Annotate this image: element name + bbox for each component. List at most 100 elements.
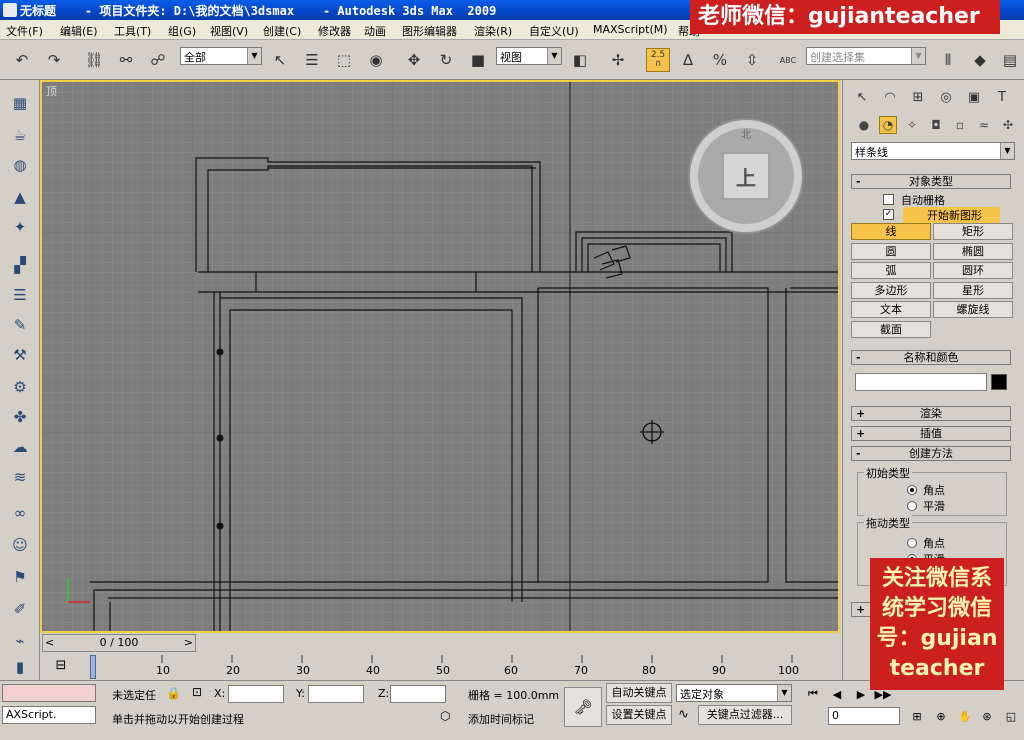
orbit-icon[interactable]: ⊛ xyxy=(978,707,996,725)
window-crossing-icon[interactable]: ◉ xyxy=(364,48,388,72)
fan-icon[interactable]: ✤ xyxy=(7,404,33,430)
cloud-icon[interactable]: ☁ xyxy=(7,434,33,460)
menu-rendering[interactable]: 渲染(R) xyxy=(474,23,512,39)
autogrid-checkbox[interactable] xyxy=(883,194,894,205)
add-time-tag[interactable]: 添加时间标记 xyxy=(468,711,534,727)
x-coordinate-field[interactable] xyxy=(228,685,284,703)
arc-button[interactable]: 弧 xyxy=(851,262,931,279)
boxes-icon[interactable]: ▦ xyxy=(7,90,33,116)
link-icon[interactable]: ⌁ xyxy=(7,628,33,654)
viewcube-top-face[interactable]: 上 xyxy=(722,152,770,200)
name-color-rollout[interactable]: - 名称和颜色 xyxy=(851,350,1011,365)
undo-icon[interactable]: ↶ xyxy=(10,48,34,72)
auto-key-button[interactable]: 自动关键点 xyxy=(606,683,672,703)
align-icon[interactable]: ◆ xyxy=(968,48,992,72)
bind-spacewarp-icon[interactable]: ☍ xyxy=(146,48,170,72)
viewport-label[interactable]: 顶 xyxy=(46,83,57,99)
initial-corner-radio[interactable] xyxy=(907,485,917,495)
creation-method-rollout[interactable]: - 创建方法 xyxy=(851,446,1011,461)
select-move-icon[interactable]: ✥ xyxy=(402,48,426,72)
set-key-icon[interactable]: 🗝 xyxy=(564,687,602,727)
modify-tab-icon[interactable]: ◠ xyxy=(879,86,901,108)
time-prev-icon[interactable]: < xyxy=(45,635,54,651)
unlink-icon[interactable]: ⚯ xyxy=(114,48,138,72)
top-viewport[interactable]: 顶 北 上 xyxy=(40,80,840,633)
lock-selection-icon[interactable]: 🔒 xyxy=(166,686,181,700)
teapot-icon[interactable]: ☕ xyxy=(7,122,33,148)
star-icon[interactable]: ✦ xyxy=(7,214,33,240)
hierarchy-tab-icon[interactable]: ⊞ xyxy=(907,86,929,108)
layer-manager-icon[interactable]: ▤ xyxy=(998,48,1022,72)
menu-animation[interactable]: 动画 xyxy=(364,23,386,39)
key-mode-icon[interactable]: ∿ xyxy=(678,707,689,722)
key-selection-combo[interactable]: 选定对象 ▼ xyxy=(676,684,792,702)
cameras-icon[interactable]: ◘ xyxy=(927,116,945,134)
time-next-icon[interactable]: > xyxy=(184,635,193,651)
start-new-shape-checkbox[interactable]: ✓ xyxy=(883,209,894,220)
edit-named-selection-icon[interactable]: ABC xyxy=(776,48,800,72)
select-by-name-icon[interactable]: ☰ xyxy=(300,48,324,72)
menu-create[interactable]: 创建(C) xyxy=(263,23,301,39)
select-scale-icon[interactable]: ■ xyxy=(466,48,490,72)
menu-edit[interactable]: 编辑(E) xyxy=(60,23,98,39)
helix-button[interactable]: 螺旋线 xyxy=(933,301,1013,318)
lights-icon[interactable]: ✧ xyxy=(903,116,921,134)
trackbar-toggle-icon[interactable]: ⊟ xyxy=(50,658,72,674)
menu-file[interactable]: 文件(F) xyxy=(6,23,43,39)
track-bar[interactable]: ⊟ 10 20 30 40 50 60 70 80 90 100 xyxy=(40,655,840,680)
object-name-field[interactable] xyxy=(855,373,987,391)
circle-button[interactable]: 圆 xyxy=(851,243,931,260)
gear-icon[interactable]: ⚙ xyxy=(7,374,33,400)
donut-button[interactable]: 圆环 xyxy=(933,262,1013,279)
select-rotate-icon[interactable]: ↻ xyxy=(434,48,458,72)
z-coordinate-field[interactable] xyxy=(390,685,446,703)
current-frame-field[interactable]: 0 xyxy=(828,707,900,725)
play-icon[interactable]: ▶ xyxy=(852,685,870,703)
menu-group[interactable]: 组(G) xyxy=(168,23,196,39)
brush-icon[interactable]: ✐ xyxy=(7,596,33,622)
shapes-icon[interactable]: ◔ xyxy=(879,116,897,134)
object-color-swatch[interactable] xyxy=(991,374,1007,390)
initial-smooth-radio[interactable] xyxy=(907,501,917,511)
utilities-tab-icon[interactable]: T xyxy=(991,86,1013,108)
spinner-snap-icon[interactable]: ⇳ xyxy=(740,48,764,72)
ngon-button[interactable]: 多边形 xyxy=(851,282,931,299)
set-key-button[interactable]: 设置关键点 xyxy=(606,705,672,725)
rendering-rollout[interactable]: + 渲染 xyxy=(851,406,1011,421)
twist-icon[interactable]: ∞ xyxy=(7,500,33,526)
prev-frame-icon[interactable]: ◀ xyxy=(828,685,846,703)
select-and-link-icon[interactable]: ⛓ xyxy=(82,48,106,72)
flag-icon[interactable]: ⚑ xyxy=(7,564,33,590)
hammer-icon[interactable]: ⚒ xyxy=(7,342,33,368)
reference-coordinate-combo[interactable]: 视图 ▼ xyxy=(496,47,562,65)
named-selection-sets-combo[interactable]: 创建选择集 ▼ xyxy=(806,47,926,65)
stack-icon[interactable]: ☰ xyxy=(7,282,33,308)
mirror-icon[interactable]: ⫴ xyxy=(936,48,960,72)
pivot-center-icon[interactable]: ◧ xyxy=(568,48,592,72)
goto-start-icon[interactable]: ⏮ xyxy=(804,685,822,703)
star-button[interactable]: 星形 xyxy=(933,282,1013,299)
wind-icon[interactable]: ≋ xyxy=(7,464,33,490)
menu-view[interactable]: 视图(V) xyxy=(210,23,248,39)
menu-graph-editors[interactable]: 图形编辑器 xyxy=(402,23,457,39)
redo-icon[interactable]: ↷ xyxy=(42,48,66,72)
select-object-icon[interactable]: ↖ xyxy=(268,48,292,72)
key-filters-button[interactable]: 关键点过滤器... xyxy=(698,705,792,725)
time-cursor[interactable] xyxy=(90,655,96,679)
bottom-tool-icon[interactable]: ▮ xyxy=(7,654,33,680)
maxscript-listener-top[interactable] xyxy=(2,684,96,702)
biped-icon[interactable]: ☺ xyxy=(7,532,33,558)
percent-snap-icon[interactable]: % xyxy=(708,48,732,72)
pan-icon[interactable]: ✋ xyxy=(956,707,974,725)
maxscript-listener[interactable]: AXScript. xyxy=(2,706,96,724)
drag-corner-radio[interactable] xyxy=(907,538,917,548)
collapsed-rollout[interactable]: + xyxy=(851,602,871,617)
spacewarps-icon[interactable]: ≈ xyxy=(975,116,993,134)
zoom-region-icon[interactable]: ⊕ xyxy=(932,707,950,725)
display-tab-icon[interactable]: ▣ xyxy=(963,86,985,108)
line-button[interactable]: 线 xyxy=(851,223,931,240)
geometry-icon[interactable]: ● xyxy=(855,116,873,134)
checker-icon[interactable]: ▞ xyxy=(7,252,33,278)
snaps-toggle-icon[interactable]: 2.5 ∩ xyxy=(646,48,670,72)
rectangle-button[interactable]: 矩形 xyxy=(933,223,1013,240)
